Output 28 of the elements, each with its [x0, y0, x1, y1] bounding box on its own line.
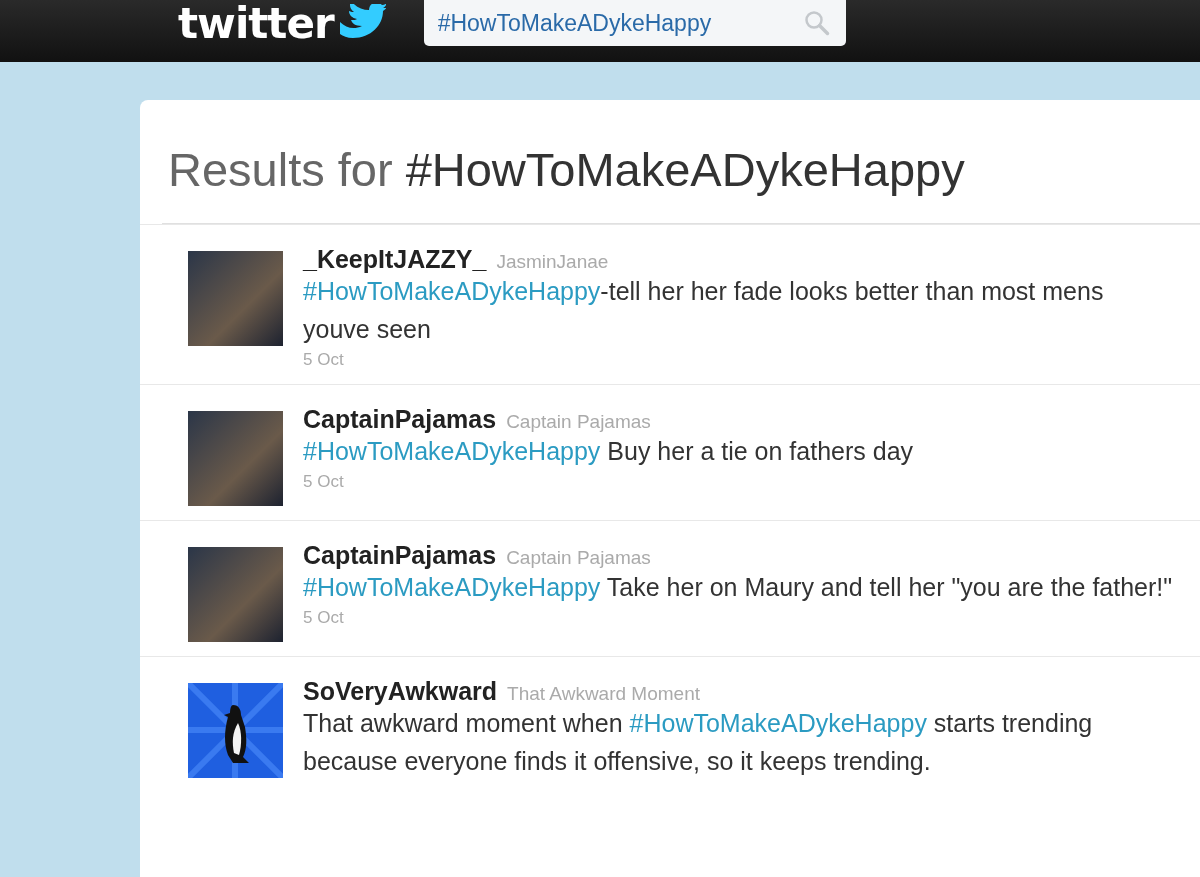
search-icon: [803, 10, 830, 36]
screen-name[interactable]: JasminJanae: [496, 251, 609, 273]
hashtag-link[interactable]: #HowToMakeADykeHappy: [303, 437, 601, 465]
search-field[interactable]: #HowToMakeADykeHappy: [423, 0, 846, 46]
user-name[interactable]: _KeepItJAZZY_: [303, 245, 487, 274]
hashtag-link[interactable]: #HowToMakeADykeHappy: [303, 573, 601, 601]
avatar-photo-placeholder[interactable]: [188, 411, 283, 506]
results-label: Results for: [168, 142, 393, 197]
tweet-text: #HowToMakeADykeHappy Buy her a tie on fathers day: [303, 436, 915, 467]
avatar-photo-placeholder[interactable]: [188, 547, 283, 642]
avatar-photo-placeholder[interactable]: [188, 251, 283, 346]
screen-name[interactable]: Captain Pajamas: [506, 547, 651, 569]
user-name[interactable]: CaptainPajamas: [303, 405, 497, 434]
hashtag-link[interactable]: #HowToMakeADykeHappy: [303, 277, 601, 305]
tweet-time[interactable]: 5 Oct: [303, 472, 1176, 492]
tweet-text: That awkward moment when #HowToMakeADykeHappy starts trending because everyone finds it offensive, so it keeps trending.: [303, 708, 1094, 777]
user-name[interactable]: SoVeryAwkward: [303, 677, 498, 706]
tweet-text: #HowToMakeADykeHappy Take her on Maury and tell her "you are the father!": [303, 572, 1174, 603]
screen-name[interactable]: Captain Pajamas: [506, 411, 651, 433]
twitter-logo-text: twitter: [178, 2, 334, 46]
user-name[interactable]: CaptainPajamas: [303, 541, 497, 570]
tweet-time[interactable]: 5 Oct: [303, 350, 1176, 370]
screen-name[interactable]: That Awkward Moment: [507, 683, 700, 705]
hashtag-link[interactable]: #HowToMakeADykeHappy: [629, 709, 927, 737]
penguin-avatar-icon[interactable]: [188, 683, 283, 778]
tweet-time[interactable]: 5 Oct: [303, 608, 1176, 628]
tweet-text: #HowToMakeADykeHappy-tell her her fade looks better than most mens youve seen: [303, 276, 1105, 345]
search-query: #HowToMakeADykeHappy: [405, 142, 965, 197]
